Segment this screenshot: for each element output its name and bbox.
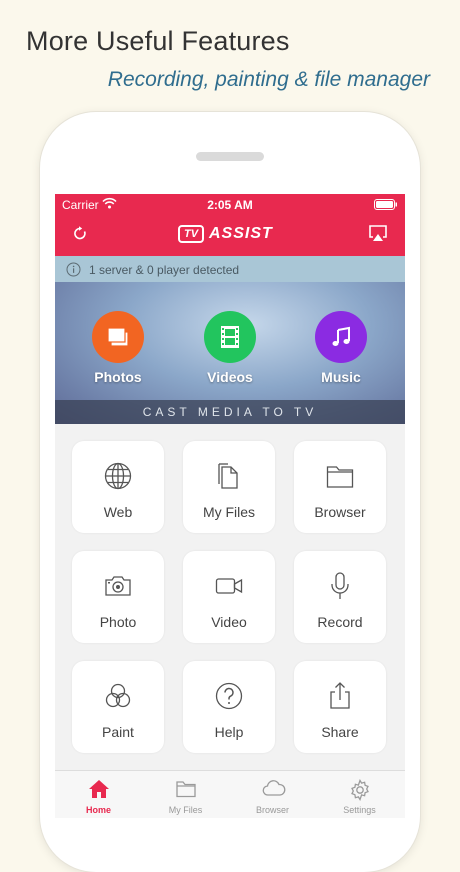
media-music-label: Music [321, 369, 361, 385]
tab-browser[interactable]: Browser [229, 771, 316, 818]
tool-browser-button[interactable]: Browser [294, 441, 386, 533]
tool-web-button[interactable]: Web [72, 441, 164, 533]
tool-paint-label: Paint [102, 724, 134, 740]
tool-paint-button[interactable]: Paint [72, 661, 164, 753]
camera-icon [105, 576, 131, 596]
airplay-icon[interactable] [368, 224, 388, 247]
tool-photo-label: Photo [99, 614, 137, 630]
tool-help-label: Help [214, 724, 244, 740]
promo-title: More Useful Features [26, 26, 290, 56]
promo-subtitle: Recording, painting & file manager [107, 68, 430, 91]
video-camera-icon [215, 578, 243, 594]
media-music-button[interactable]: Music [301, 311, 381, 385]
app-logo: TV ASSIST [178, 224, 273, 244]
photos-icon [92, 311, 144, 363]
app-header: Carrier 2:05 AM TV ASSIST [55, 194, 405, 256]
refresh-icon[interactable] [74, 225, 88, 246]
device-info-bar: 1 server & 0 player detected [55, 256, 405, 282]
microphone-icon [331, 572, 349, 599]
tab-browser-label: Browser [255, 805, 289, 815]
tool-share-button[interactable]: Share [294, 661, 386, 753]
tool-photo-button[interactable]: Photo [72, 551, 164, 643]
tab-settings-label: Settings [343, 805, 376, 815]
app-screen: Carrier 2:05 AM TV ASSIST 1 server & 0 p… [55, 194, 405, 818]
music-note-icon [315, 311, 367, 363]
tab-my-files-label: My Files [168, 805, 203, 815]
tool-share-label: Share [321, 724, 359, 740]
tool-browser-label: Browser [314, 504, 366, 520]
tool-my-files-button[interactable]: My Files [183, 441, 275, 533]
tab-my-files[interactable]: My Files [142, 771, 229, 818]
tab-bar: Home My Files Browser Settings [55, 770, 405, 818]
cast-media-panel: Photos Videos Music CAST MEDIA TO TV [55, 282, 405, 424]
film-icon [204, 311, 256, 363]
cast-media-caption: CAST MEDIA TO TV [55, 400, 405, 424]
tool-help-button[interactable]: Help [183, 661, 275, 753]
home-icon [89, 780, 109, 798]
battery-icon [374, 199, 398, 213]
tool-record-button[interactable]: Record [294, 551, 386, 643]
palette-icon [105, 683, 131, 708]
tool-record-label: Record [317, 614, 363, 630]
logo-badge: TV [178, 225, 204, 243]
globe-icon [104, 462, 132, 490]
folder-icon [326, 466, 354, 488]
tab-home[interactable]: Home [55, 771, 142, 818]
folder-icon [176, 781, 196, 798]
tab-home-label: Home [85, 805, 111, 815]
status-time: 2:05 AM [207, 198, 253, 212]
tool-video-label: Video [211, 614, 247, 630]
media-videos-button[interactable]: Videos [190, 311, 270, 385]
files-icon [218, 463, 238, 489]
media-photos-button[interactable]: Photos [78, 311, 158, 385]
device-info-text: 1 server & 0 player detected [89, 263, 240, 277]
help-icon [215, 682, 243, 710]
media-photos-label: Photos [94, 369, 142, 385]
info-icon [66, 262, 81, 280]
cloud-icon [262, 780, 286, 796]
tool-my-files-label: My Files [202, 504, 256, 520]
share-icon [330, 682, 350, 709]
logo-text: ASSIST [209, 225, 273, 242]
tool-video-button[interactable]: Video [183, 551, 275, 643]
media-videos-label: Videos [207, 369, 253, 385]
tool-web-label: Web [103, 504, 133, 520]
status-bar: Carrier 2:05 AM [55, 194, 405, 214]
phone-speaker [196, 152, 264, 161]
tab-settings[interactable]: Settings [316, 771, 403, 818]
gear-icon [351, 779, 369, 801]
